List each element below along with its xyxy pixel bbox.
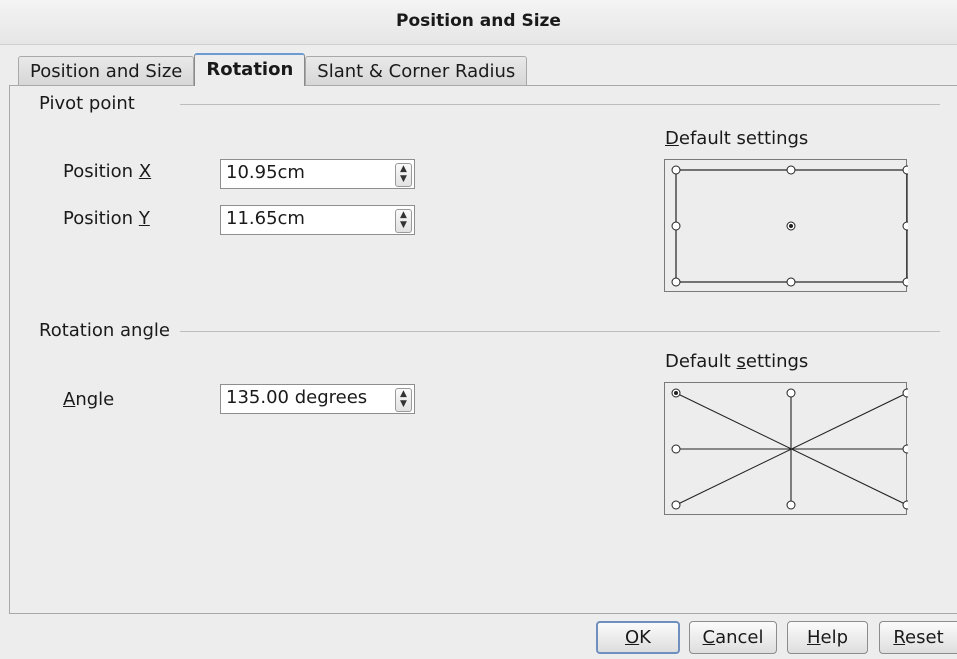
pivot-default-settings-label: Default settings <box>665 128 809 149</box>
angle-label: Angle <box>63 389 115 410</box>
position-x-spin-icon[interactable]: ▲ ▼ <box>395 163 412 187</box>
pivot-point-selector[interactable] <box>664 159 908 292</box>
angle-radio-180[interactable] <box>671 444 681 454</box>
angle-radio-225[interactable] <box>671 500 681 510</box>
angle-radio-270[interactable] <box>786 500 796 510</box>
angle-radio-90[interactable] <box>786 388 796 398</box>
tab-position-and-size[interactable]: Position and Size <box>18 56 195 86</box>
reset-button[interactable]: Reset <box>879 621 957 654</box>
angle-selected-dot <box>674 391 678 395</box>
position-x-field[interactable]: 10.95cm ▲ ▼ <box>220 159 415 189</box>
rotation-angle-selector[interactable] <box>664 382 908 515</box>
pivot-radio-top-center[interactable] <box>786 165 796 175</box>
help-button[interactable]: Help <box>787 621 868 654</box>
dialog-title: Position and Size <box>396 11 561 31</box>
position-x-value: 10.95cm <box>226 162 305 183</box>
pivot-radio-top-right[interactable] <box>902 165 908 175</box>
rotation-separator <box>180 331 940 332</box>
pivot-radio-bottom-left[interactable] <box>671 277 681 287</box>
pivot-radio-bottom-right[interactable] <box>902 277 908 287</box>
pivot-radio-top-left[interactable] <box>671 165 681 175</box>
tab-slant-corner-radius[interactable]: Slant & Corner Radius <box>305 56 528 86</box>
angle-radio-0[interactable] <box>902 444 908 454</box>
ok-button[interactable]: OK <box>596 621 680 654</box>
angle-radio-315[interactable] <box>902 500 908 510</box>
position-y-label: Position Y <box>63 208 150 229</box>
rotation-section-label: Rotation angle <box>39 320 176 341</box>
tab-strip: Position and Size Rotation Slant & Corne… <box>18 53 528 86</box>
pivot-section-label: Pivot point <box>39 93 141 114</box>
pivot-selected-dot <box>789 224 793 228</box>
cancel-button[interactable]: Cancel <box>689 621 777 654</box>
title-bar: Position and Size <box>0 0 957 45</box>
pivot-radio-middle-right[interactable] <box>902 221 908 231</box>
position-x-label: Position X <box>63 161 152 182</box>
position-y-field[interactable]: 11.65cm ▲ ▼ <box>220 205 415 235</box>
pivot-radio-bottom-center[interactable] <box>786 277 796 287</box>
pivot-radio-middle-left[interactable] <box>671 221 681 231</box>
tab-rotation[interactable]: Rotation <box>194 53 306 86</box>
angle-value: 135.00 degrees <box>226 387 368 408</box>
rotation-default-settings-label: Default settings <box>665 351 809 372</box>
position-y-value: 11.65cm <box>226 208 305 229</box>
position-y-spin-icon[interactable]: ▲ ▼ <box>395 209 412 233</box>
angle-spin-icon[interactable]: ▲ ▼ <box>395 388 412 412</box>
pivot-separator <box>180 104 940 105</box>
angle-radio-45[interactable] <box>902 388 908 398</box>
angle-field[interactable]: 135.00 degrees ▲ ▼ <box>220 384 415 414</box>
